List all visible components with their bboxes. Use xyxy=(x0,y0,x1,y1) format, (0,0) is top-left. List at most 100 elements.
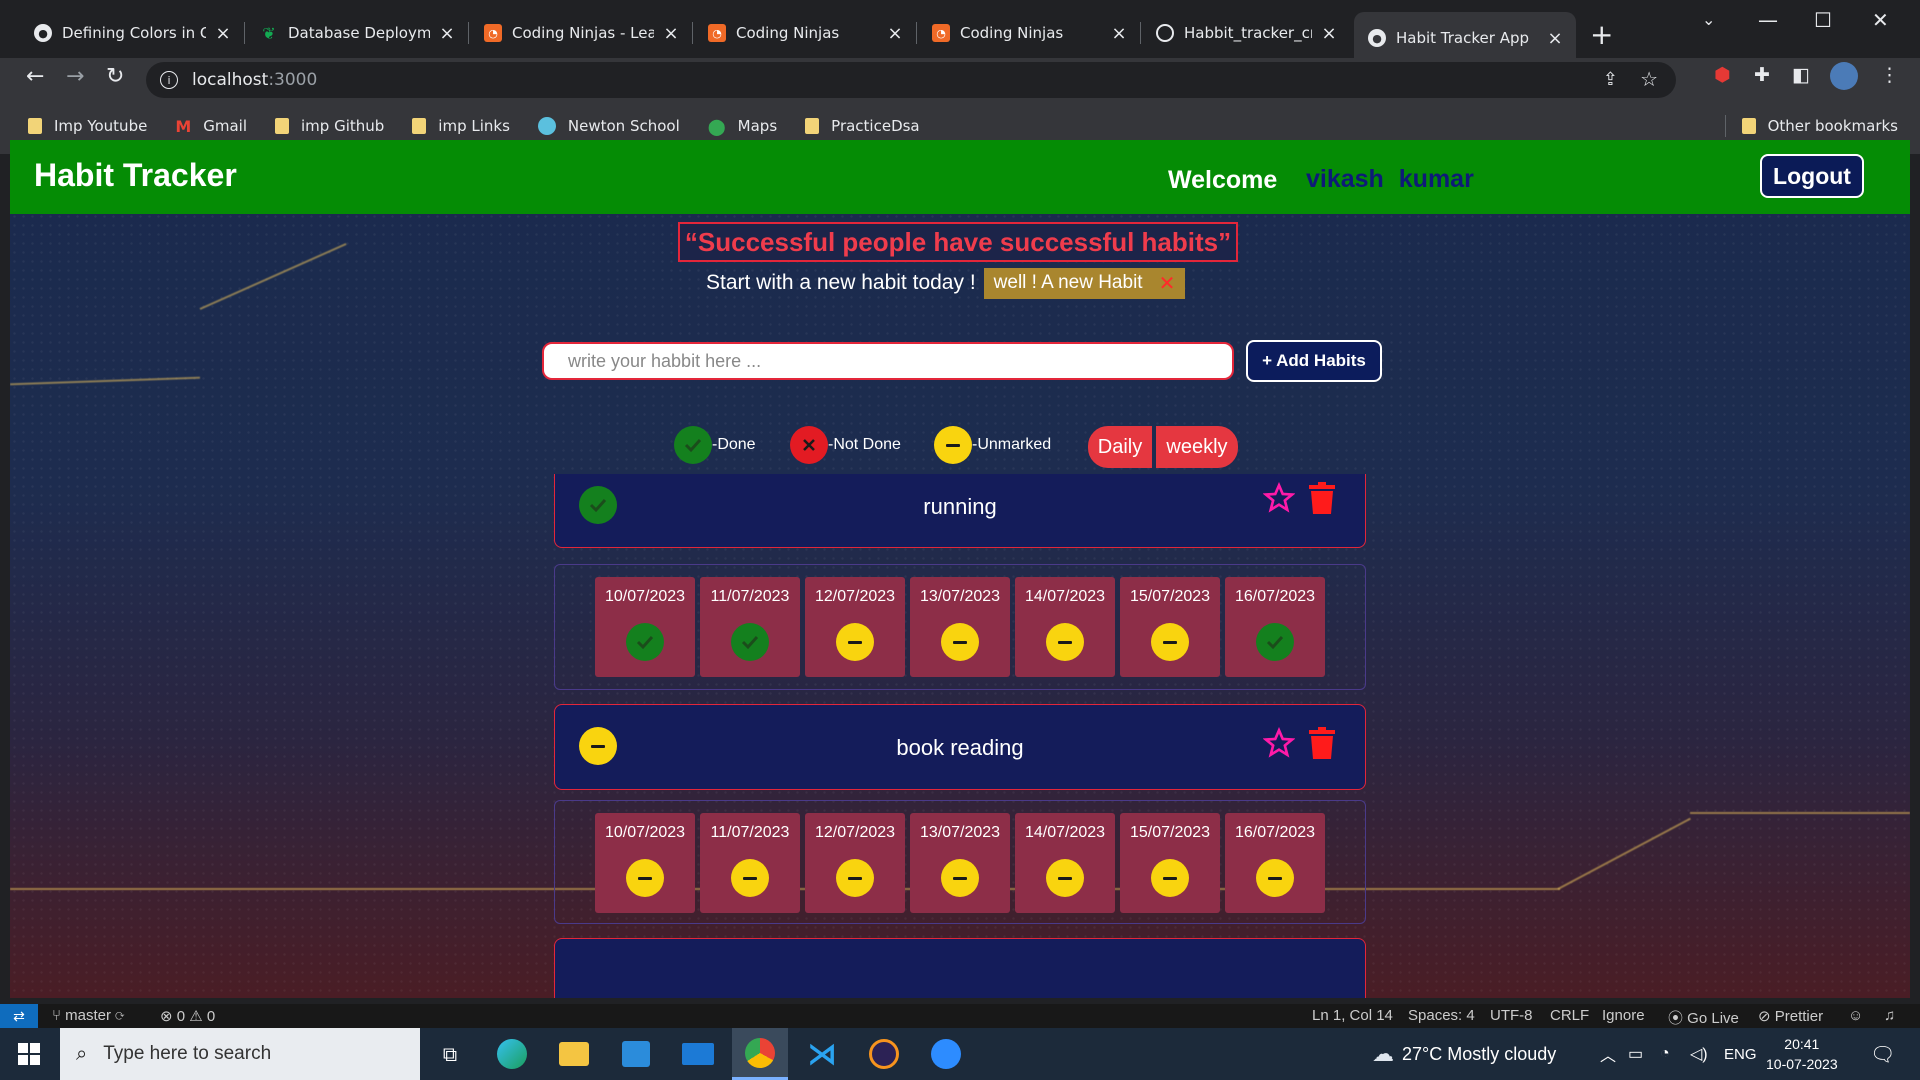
share-icon[interactable]: ⇪ xyxy=(1603,69,1618,90)
git-branch[interactable]: ⑂ master ⟳ xyxy=(52,1007,124,1024)
system-clock[interactable]: 20:41 10-07-2023 xyxy=(1766,1034,1838,1074)
close-tab-icon[interactable]: × xyxy=(1546,28,1564,49)
feedback-icon[interactable]: ☺ xyxy=(1848,1007,1863,1024)
edge-icon[interactable] xyxy=(484,1028,540,1080)
maximize-button[interactable]: ☐ xyxy=(1814,8,1832,32)
problems-indicator[interactable]: ⊗ 0 ⚠ 0 xyxy=(160,1007,215,1025)
day-cell[interactable]: 15/07/2023 xyxy=(1120,813,1220,913)
back-arrow-icon[interactable]: ← xyxy=(26,64,44,89)
chrome-icon[interactable] xyxy=(732,1028,788,1080)
windows-start-icon[interactable] xyxy=(18,1043,40,1065)
address-bar[interactable]: i localhost:3000 ⇪ ☆ xyxy=(146,62,1676,98)
task-view-icon[interactable]: ⧉ xyxy=(422,1028,478,1080)
close-window-button[interactable]: ✕ xyxy=(1872,8,1889,32)
vscode-icon[interactable]: ⋊ xyxy=(794,1028,850,1080)
volume-icon[interactable]: ◁) xyxy=(1690,1028,1708,1080)
day-cell[interactable]: 13/07/2023 xyxy=(910,813,1010,913)
bookmark-item[interactable]: imp Links xyxy=(412,117,510,135)
day-cell[interactable]: 12/07/2023 xyxy=(805,577,905,677)
taskbar-search[interactable]: ⌕ Type here to search xyxy=(60,1028,420,1080)
close-tab-icon[interactable]: × xyxy=(662,23,680,44)
forward-arrow-icon[interactable]: → xyxy=(66,64,84,89)
day-cell[interactable]: 11/07/2023 xyxy=(700,813,800,913)
notice-close-icon[interactable]: ✕ xyxy=(1159,271,1176,296)
eclipse-icon[interactable] xyxy=(856,1028,912,1080)
close-tab-icon[interactable]: × xyxy=(438,23,456,44)
zoom-icon[interactable] xyxy=(918,1028,974,1080)
menu-kebab-icon[interactable]: ⋮ xyxy=(1880,64,1899,86)
file-explorer-icon[interactable] xyxy=(546,1028,602,1080)
notification-center-icon[interactable]: 🗨 xyxy=(1870,1028,1895,1080)
trash-icon[interactable] xyxy=(1307,482,1337,518)
tab-separator xyxy=(1140,22,1141,44)
reload-icon[interactable]: ↻ xyxy=(106,64,124,89)
browser-tab[interactable]: ● Defining Colors in CS × xyxy=(20,14,244,52)
mail-icon[interactable] xyxy=(670,1028,726,1080)
daily-view-button[interactable]: Daily xyxy=(1088,426,1152,468)
go-live-button[interactable]: ⦿ Go Live xyxy=(1668,1007,1739,1028)
weekly-view-button[interactable]: weekly xyxy=(1156,426,1238,468)
close-tab-icon[interactable]: × xyxy=(1110,23,1128,44)
encoding[interactable]: UTF-8 xyxy=(1490,1007,1533,1024)
bookmark-item[interactable]: imp Github xyxy=(275,117,384,135)
prettier-icon: ⊘ xyxy=(1758,1008,1775,1025)
logout-button[interactable]: Logout xyxy=(1760,154,1864,198)
extensions-puzzle-icon[interactable]: ✚ xyxy=(1754,64,1770,86)
cursor-position[interactable]: Ln 1, Col 14 xyxy=(1312,1007,1393,1024)
day-cell[interactable]: 10/07/2023 xyxy=(595,577,695,677)
close-tab-icon[interactable]: × xyxy=(1320,23,1338,44)
tab-search-chevron-icon[interactable]: ⌄ xyxy=(1702,10,1715,29)
browser-tab-active[interactable]: ● Habit Tracker App × xyxy=(1354,12,1576,64)
day-cell[interactable]: 11/07/2023 xyxy=(700,577,800,677)
close-tab-icon[interactable]: × xyxy=(886,23,904,44)
minimize-button[interactable]: — xyxy=(1758,8,1778,32)
battery-icon[interactable]: ▭ xyxy=(1628,1028,1643,1080)
bookmark-item[interactable]: Newton School xyxy=(537,117,680,135)
microsoft-store-icon[interactable] xyxy=(608,1028,664,1080)
legend-not-done-label: -Not Done xyxy=(828,436,901,453)
habit-input[interactable] xyxy=(542,342,1234,380)
day-cell[interactable]: 14/07/2023 xyxy=(1015,577,1115,677)
browser-tab[interactable]: ◔ Coding Ninjas × xyxy=(918,14,1140,52)
day-cell[interactable]: 13/07/2023 xyxy=(910,577,1010,677)
new-tab-button[interactable]: + xyxy=(1590,18,1613,51)
line-ending[interactable]: CRLF xyxy=(1550,1007,1589,1024)
side-panel-icon[interactable]: ◧ xyxy=(1792,64,1810,86)
favorite-star-icon[interactable] xyxy=(1262,481,1296,518)
git-branch-icon: ⑂ xyxy=(52,1007,66,1024)
wifi-icon[interactable]: ◔ xyxy=(1660,1028,1670,1080)
bookmark-star-icon[interactable]: ☆ xyxy=(1640,67,1658,91)
favorite-star-icon[interactable] xyxy=(1262,726,1296,763)
day-cell[interactable]: 10/07/2023 xyxy=(595,813,695,913)
prettier-status[interactable]: ⊘ Prettier xyxy=(1758,1007,1823,1025)
indentation[interactable]: Spaces: 4 xyxy=(1408,1007,1475,1024)
adblock-extension-icon[interactable]: ⬢ xyxy=(1714,64,1731,86)
ignore-status[interactable]: Ignore xyxy=(1602,1007,1645,1024)
tray-chevron-icon[interactable]: ︿ xyxy=(1600,1028,1616,1080)
close-tab-icon[interactable]: × xyxy=(214,23,232,44)
browser-tab[interactable]: ◔ Coding Ninjas - Learn × xyxy=(470,14,692,52)
minus-icon xyxy=(1256,859,1294,897)
day-cell[interactable]: 14/07/2023 xyxy=(1015,813,1115,913)
day-date: 13/07/2023 xyxy=(919,588,1001,605)
remote-icon[interactable]: ⇄ xyxy=(0,1004,38,1028)
add-habits-button[interactable]: + Add Habits xyxy=(1246,340,1382,382)
day-cell[interactable]: 16/07/2023 xyxy=(1225,813,1325,913)
bookmark-item[interactable]: PracticeDsa xyxy=(805,117,920,135)
weather-widget[interactable]: ☁ 27°C Mostly cloudy xyxy=(1372,1028,1556,1080)
site-info-icon[interactable]: i xyxy=(160,71,178,89)
bookmark-item[interactable]: M Gmail xyxy=(175,117,247,136)
bookmark-item[interactable]: ⬤ Maps xyxy=(708,117,777,136)
notifications-bell-icon[interactable]: ♫ xyxy=(1884,1007,1895,1024)
app-brand[interactable]: Habit Tracker xyxy=(34,157,237,194)
bookmark-item[interactable]: Imp Youtube xyxy=(28,117,147,135)
language-indicator[interactable]: ENG xyxy=(1724,1028,1757,1080)
browser-tab[interactable]: Habbit_tracker_cn/as × xyxy=(1142,14,1350,52)
profile-avatar[interactable] xyxy=(1830,62,1858,90)
browser-tab[interactable]: ◔ Coding Ninjas × xyxy=(694,14,916,52)
day-cell[interactable]: 15/07/2023 xyxy=(1120,577,1220,677)
browser-tab[interactable]: ❦ Database Deploymen × xyxy=(246,14,468,52)
trash-icon[interactable] xyxy=(1307,727,1337,763)
day-cell[interactable]: 16/07/2023 xyxy=(1225,577,1325,677)
day-cell[interactable]: 12/07/2023 xyxy=(805,813,905,913)
